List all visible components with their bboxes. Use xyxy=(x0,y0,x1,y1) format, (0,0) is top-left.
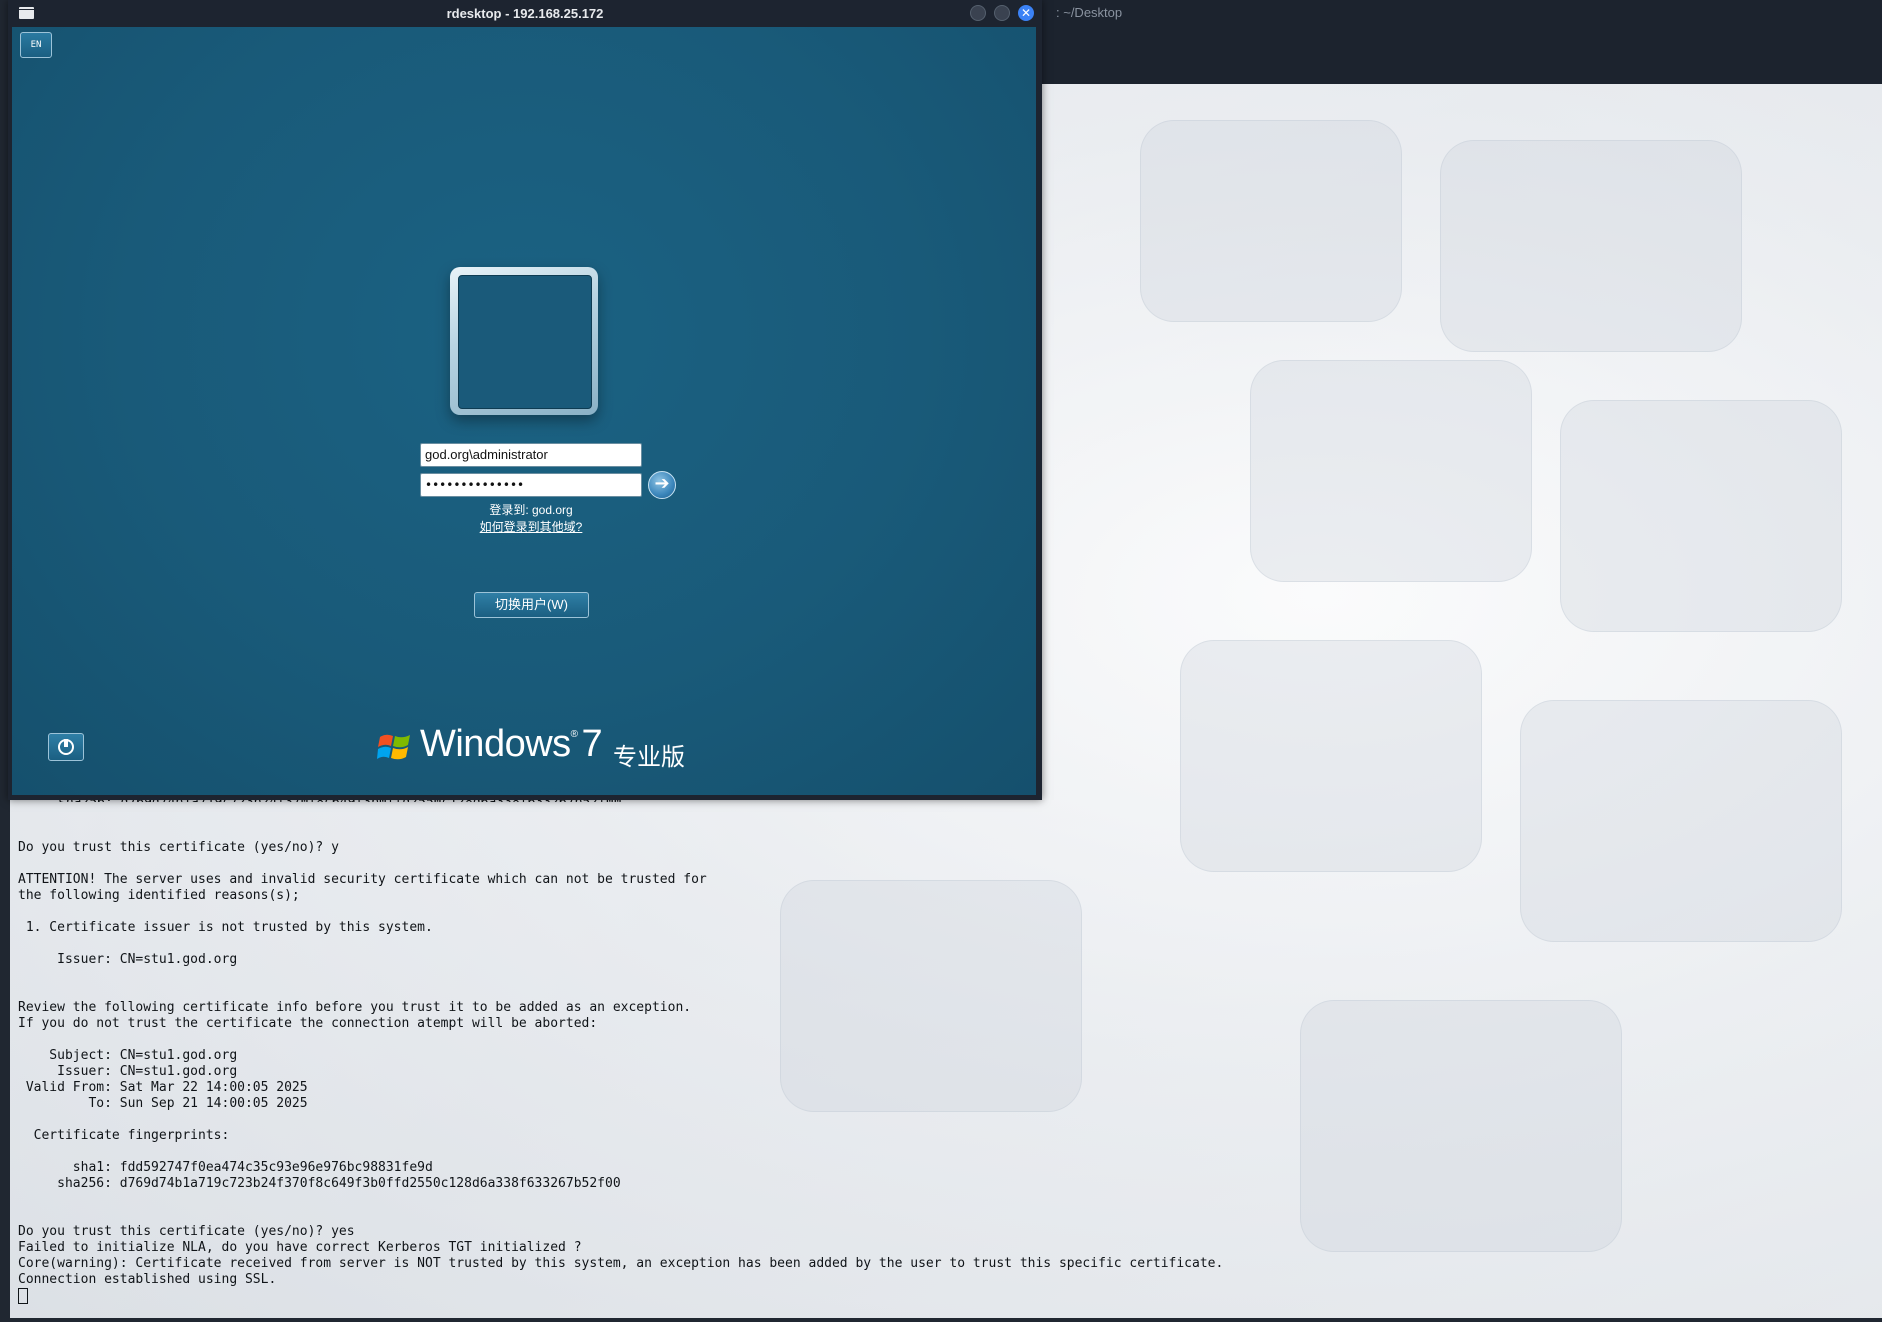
rdesktop-window: rdesktop - 192.168.25.172 ✕ EN god.org\a… xyxy=(8,0,1042,800)
terminal-line: sha1: fdd592747f0ea474c35c93e96e976bc988… xyxy=(18,1160,433,1175)
trademark-symbol: ® xyxy=(570,729,578,740)
minimize-button[interactable] xyxy=(970,5,986,21)
password-field[interactable]: •••••••••••••• xyxy=(420,473,642,497)
other-domain-help-link[interactable]: 如何登录到其他域? xyxy=(420,518,642,535)
rdesktop-title: rdesktop - 192.168.25.172 xyxy=(446,6,604,21)
wallpaper-key-shape xyxy=(1140,120,1402,322)
windows-flag-icon xyxy=(377,734,410,760)
ease-of-access-icon xyxy=(58,739,74,755)
domain-label: 登录到: god.org xyxy=(489,503,573,517)
terminal-line: If you do not trust the certificate the … xyxy=(18,1016,598,1031)
wallpaper-key-shape xyxy=(1300,1000,1622,1252)
windows-wordmark: Windows® 7 xyxy=(420,723,603,766)
terminal-cursor xyxy=(18,1288,28,1304)
terminal-line: Core(warning): Certificate received from… xyxy=(18,1256,1224,1271)
terminal-line: the following identified reasons(s); xyxy=(18,888,300,903)
maximize-button[interactable] xyxy=(994,5,1010,21)
ease-of-access-button[interactable] xyxy=(48,733,84,761)
user-avatar xyxy=(458,275,592,409)
terminal-line: Issuer: CN=stu1.god.org xyxy=(18,1064,238,1079)
terminal-line: Subject: CN=stu1.god.org xyxy=(18,1048,238,1063)
terminal-line: Connection established using SSL. xyxy=(18,1272,277,1287)
windows-word: Windows xyxy=(420,723,571,765)
windows-edition: 专业版 xyxy=(613,744,685,771)
terminal-line: Certificate fingerprints: xyxy=(18,1128,230,1143)
language-indicator[interactable]: EN xyxy=(20,32,52,58)
terminal-line: Do you trust this certificate (yes/no)? … xyxy=(18,840,339,855)
wallpaper-key-shape xyxy=(1520,700,1842,942)
windows-version: 7 xyxy=(581,723,603,765)
username-field[interactable]: god.org\administrator xyxy=(420,443,642,467)
terminal-output[interactable]: Do you trust this certificate (yes/no)? … xyxy=(18,840,1223,1307)
terminal-line: To: Sun Sep 21 14:00:05 2025 xyxy=(18,1096,308,1111)
terminal-line: 1. Certificate issuer is not trusted by … xyxy=(18,920,433,935)
rdesktop-titlebar[interactable]: rdesktop - 192.168.25.172 ✕ xyxy=(8,0,1042,27)
wallpaper-key-shape xyxy=(1250,360,1532,582)
terminal-line: Valid From: Sat Mar 22 14:00:05 2025 xyxy=(18,1080,308,1095)
terminal-line: Review the following certificate info be… xyxy=(18,1000,692,1015)
wallpaper-key-shape xyxy=(1560,400,1842,632)
terminal-line: ATTENTION! The server uses and invalid s… xyxy=(18,872,707,887)
terminal-bottom-border xyxy=(0,1318,1882,1322)
terminal-title: : ~/Desktop xyxy=(1056,5,1123,20)
terminal-line: Failed to initialize NLA, do you have co… xyxy=(18,1240,582,1255)
terminal-line: Issuer: CN=stu1.god.org xyxy=(18,952,238,967)
wallpaper-key-shape xyxy=(1180,640,1482,872)
submit-arrow-icon[interactable]: ➔ xyxy=(648,471,676,499)
terminal-line: sha256: d769d74b1a719c723b24f370f8c649f3… xyxy=(18,1176,621,1191)
switch-user-button[interactable]: 切换用户(W) xyxy=(474,592,589,618)
wallpaper-key-shape xyxy=(1440,140,1742,352)
terminal-line: Do you trust this certificate (yes/no)? … xyxy=(18,1224,355,1239)
windows-logon-screen: EN god.org\administrator •••••••••••••• … xyxy=(12,27,1036,795)
close-button[interactable]: ✕ xyxy=(1018,5,1034,21)
user-avatar-frame xyxy=(450,267,598,415)
